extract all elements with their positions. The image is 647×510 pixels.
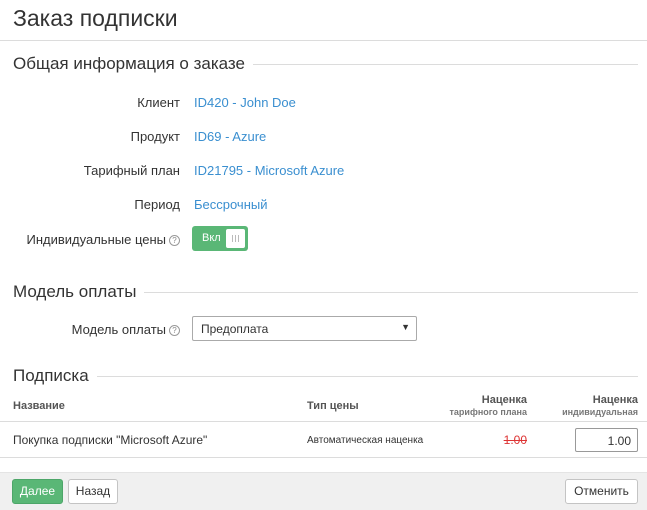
column-subheader-plan-markup: тарифного плана [449, 407, 527, 417]
payment-model-select[interactable]: Предоплата ▼ [192, 316, 417, 341]
dropdown-arrow-icon: ▼ [401, 322, 410, 332]
payment-model-label: Модель оплаты [71, 322, 166, 337]
period-row: Период Бессрочный [0, 195, 647, 215]
client-row: Клиент ID420 - John Doe [0, 93, 647, 113]
next-button[interactable]: Далее [12, 479, 63, 504]
payment-model-value: Предоплата [201, 322, 269, 336]
table-row-divider [0, 457, 647, 458]
product-label: Продукт [130, 129, 180, 144]
toggle-label: Вкл [202, 232, 221, 244]
footer-bar: Далее Назад Отменить [0, 472, 647, 510]
row-price-type: Автоматическая наценка [307, 435, 424, 446]
custom-prices-label-wrap: Индивидуальные цены? [27, 232, 180, 247]
row-name: Покупка подписки "Microsoft Azure" [13, 433, 208, 447]
section-heading-general: Общая информация о заказе [13, 54, 253, 74]
period-label: Период [134, 197, 180, 212]
toggle-knob[interactable] [226, 229, 245, 248]
cancel-button[interactable]: Отменить [565, 479, 638, 504]
section-heading-subscription: Подписка [13, 366, 97, 386]
back-button[interactable]: Назад [68, 479, 118, 504]
payment-model-label-wrap: Модель оплаты? [72, 322, 180, 337]
column-header-custom-markup: Наценка [592, 394, 638, 406]
custom-prices-row: Индивидуальные цены? [0, 230, 647, 250]
grip-line [235, 235, 236, 242]
section-heading-payment: Модель оплаты [13, 282, 145, 302]
column-header-name: Название [13, 400, 65, 412]
custom-prices-label: Индивидуальные цены [26, 232, 166, 247]
table-header-divider [0, 421, 647, 422]
grip-line [238, 235, 239, 242]
custom-markup-input[interactable]: 1.00 [575, 428, 638, 452]
plan-row: Тарифный план ID21795 - Microsoft Azure [0, 161, 647, 181]
help-icon[interactable]: ? [169, 235, 180, 246]
plan-link[interactable]: ID21795 - Microsoft Azure [194, 163, 344, 178]
plan-label: Тарифный план [83, 163, 180, 178]
help-icon[interactable]: ? [169, 325, 180, 336]
section-rule-payment [144, 292, 638, 293]
column-header-price-type: Тип цены [307, 400, 359, 412]
section-rule-general [253, 64, 638, 65]
client-label: Клиент [137, 95, 180, 110]
title-divider [0, 40, 647, 41]
column-subheader-custom-markup: индивидуальная [562, 407, 638, 417]
page-title: Заказ подписки [13, 5, 178, 31]
grip-line [232, 235, 233, 242]
product-row: Продукт ID69 - Azure [0, 127, 647, 147]
product-link[interactable]: ID69 - Azure [194, 129, 266, 144]
section-rule-subscription [97, 376, 638, 377]
period-link[interactable]: Бессрочный [194, 197, 268, 212]
row-plan-markup: 1.00 [503, 433, 527, 447]
column-header-plan-markup: Наценка [481, 394, 527, 406]
custom-prices-toggle[interactable]: Вкл [192, 226, 248, 251]
client-link[interactable]: ID420 - John Doe [194, 95, 296, 110]
